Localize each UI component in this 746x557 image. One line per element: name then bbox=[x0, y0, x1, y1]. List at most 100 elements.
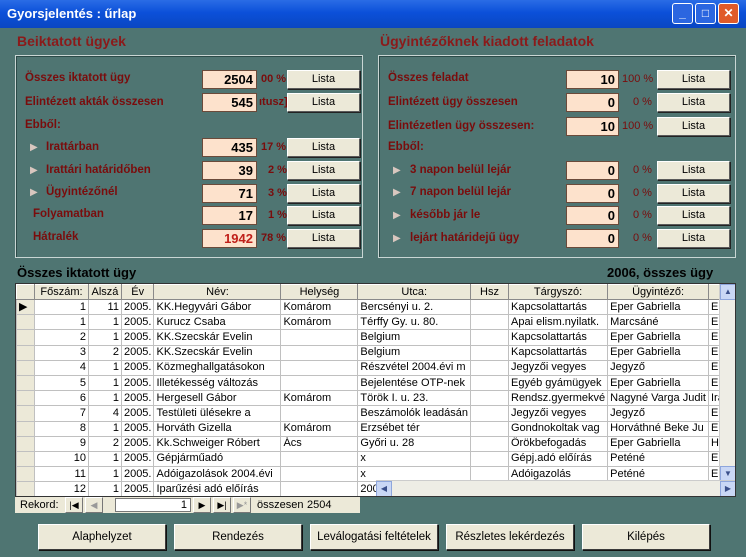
column-header[interactable]: Helység bbox=[280, 284, 359, 300]
table-row[interactable]: 1 1 2005. Kurucz Csaba Komárom Térffy Gy. u. … bbox=[16, 314, 735, 331]
table-cell[interactable]: Marcsáné bbox=[607, 314, 709, 331]
table-cell[interactable]: Illetékesség változás bbox=[153, 374, 282, 392]
new-record-icon[interactable]: ▶* bbox=[233, 497, 251, 513]
table-cell[interactable] bbox=[280, 450, 359, 468]
table-cell[interactable]: 8 bbox=[33, 420, 89, 437]
lista-button-7-napon[interactable]: Lista bbox=[657, 184, 730, 203]
table-cell[interactable]: Győri u. 28 bbox=[357, 435, 472, 452]
table-cell[interactable]: 10 bbox=[33, 450, 89, 468]
table-cell[interactable]: Kapcsolattartás bbox=[507, 344, 609, 361]
table-cell[interactable] bbox=[280, 374, 359, 392]
table-cell[interactable]: 2005. bbox=[120, 466, 155, 483]
table-cell[interactable]: KK.Szecskár Evelin bbox=[153, 329, 282, 346]
table-cell[interactable]: 11 bbox=[87, 298, 122, 316]
table-cell[interactable]: 1 bbox=[87, 329, 122, 346]
table-cell[interactable]: Gépjárműadó bbox=[153, 450, 282, 468]
row-selector[interactable] bbox=[16, 314, 35, 331]
table-cell[interactable]: Komárom bbox=[280, 390, 359, 407]
table-cell[interactable]: 1 bbox=[87, 450, 122, 468]
row-selector[interactable] bbox=[16, 450, 35, 468]
table-cell[interactable]: Kk.Schweiger Róbert bbox=[153, 435, 282, 452]
table-row[interactable]: 10 1 2005. Gépjárműadó x Gépj.adó előírás Peté… bbox=[16, 450, 735, 468]
row-selector[interactable] bbox=[16, 466, 35, 483]
table-cell[interactable]: x bbox=[357, 450, 472, 468]
table-cell[interactable]: Rendsz.gyermekvé bbox=[507, 390, 609, 407]
lista-button-elintezett-ugy[interactable]: Lista bbox=[657, 93, 730, 112]
table-cell[interactable]: 12 bbox=[33, 481, 89, 496]
table-cell[interactable]: 1 bbox=[87, 374, 122, 392]
table-cell[interactable]: 2005. bbox=[120, 298, 155, 316]
table-cell[interactable]: 3 bbox=[33, 344, 89, 361]
rendezes-button[interactable]: Rendezés bbox=[174, 524, 302, 550]
table-cell[interactable]: Ács bbox=[280, 435, 359, 452]
lista-button-folyamatban[interactable]: Lista bbox=[287, 206, 360, 225]
row-selector[interactable] bbox=[16, 481, 35, 496]
table-cell[interactable] bbox=[280, 481, 359, 496]
table-cell[interactable] bbox=[470, 374, 509, 392]
table-cell[interactable] bbox=[470, 359, 509, 376]
table-cell[interactable]: Kurucz Csaba bbox=[153, 314, 282, 331]
table-cell[interactable] bbox=[280, 329, 359, 346]
table-cell[interactable]: Egyéb gyámügyek bbox=[507, 374, 609, 392]
table-cell[interactable]: 1 bbox=[87, 314, 122, 331]
column-header[interactable]: Név: bbox=[153, 284, 282, 300]
table-cell[interactable]: KK.Szecskár Evelin bbox=[153, 344, 282, 361]
next-record-icon[interactable]: ▶ bbox=[193, 497, 211, 513]
table-cell[interactable]: 2005. bbox=[120, 450, 155, 468]
table-cell[interactable]: Horváthné Beke Ju bbox=[607, 420, 709, 437]
lista-button-irattarban[interactable]: Lista bbox=[287, 138, 360, 157]
table-cell[interactable]: Részvétel 2004.évi m bbox=[357, 359, 472, 376]
table-cell[interactable] bbox=[470, 405, 509, 422]
table-cell[interactable]: 4 bbox=[33, 359, 89, 376]
table-cell[interactable]: Közmeghallgatásokon bbox=[153, 359, 282, 376]
table-cell[interactable]: Örökbefogadás bbox=[507, 435, 609, 452]
lista-button-elintezetlen-ugy[interactable]: Lista bbox=[657, 117, 730, 136]
table-cell[interactable] bbox=[280, 405, 359, 422]
table-cell[interactable]: Jegyzői vegyes bbox=[507, 359, 609, 376]
table-cell[interactable]: 1 bbox=[87, 420, 122, 437]
record-number-input[interactable]: 1 bbox=[115, 498, 191, 512]
table-cell[interactable]: Beszámolók leadásán bbox=[357, 405, 472, 422]
maximize-button[interactable]: □ bbox=[695, 3, 716, 24]
table-row[interactable]: 5 1 2005. Illetékesség változás Bejelentése … bbox=[16, 374, 735, 392]
table-cell[interactable]: 2005. bbox=[120, 314, 155, 331]
table-cell[interactable]: KK.Hegyvári Gábor bbox=[153, 298, 282, 316]
row-selector[interactable] bbox=[16, 405, 35, 422]
table-cell[interactable]: Kapcsolattartás bbox=[507, 329, 609, 346]
table-cell[interactable]: Hergesell Gábor bbox=[153, 390, 282, 407]
table-cell[interactable]: Jegyző bbox=[607, 405, 709, 422]
row-selector[interactable] bbox=[16, 329, 35, 346]
table-cell[interactable] bbox=[470, 298, 509, 316]
table-cell[interactable]: Komárom bbox=[280, 420, 359, 437]
table-cell[interactable]: Bejelentése OTP-nek bbox=[357, 374, 472, 392]
column-header[interactable]: Utca: bbox=[357, 284, 472, 300]
table-cell[interactable]: 11 bbox=[33, 466, 89, 483]
table-cell[interactable]: Eper Gabriella bbox=[607, 374, 709, 392]
lista-button-lejart[interactable]: Lista bbox=[657, 229, 730, 248]
table-cell[interactable]: 6 bbox=[33, 390, 89, 407]
table-cell[interactable]: Komárom bbox=[280, 314, 359, 331]
lista-button-3-napon[interactable]: Lista bbox=[657, 161, 730, 180]
table-cell[interactable]: Nagyné Varga Judit bbox=[607, 390, 709, 407]
close-button[interactable]: ✕ bbox=[718, 3, 739, 24]
table-cell[interactable]: 1 bbox=[33, 314, 89, 331]
table-cell[interactable]: 1 bbox=[33, 298, 89, 316]
table-cell[interactable]: Eper Gabriella bbox=[607, 435, 709, 452]
table-cell[interactable]: 2005. bbox=[120, 390, 155, 407]
table-cell[interactable]: Horváth Gizella bbox=[153, 420, 282, 437]
kilepes-button[interactable]: Kilépés bbox=[582, 524, 710, 550]
row-selector[interactable]: ▶ bbox=[16, 298, 35, 316]
alaphelyzet-button[interactable]: Alaphelyzet bbox=[38, 524, 166, 550]
row-selector[interactable] bbox=[16, 344, 35, 361]
vertical-scrollbar[interactable]: ▲ ▼ bbox=[719, 284, 735, 482]
table-row[interactable]: 9 2 2005. Kk.Schweiger Róbert Ács Győri u. 28… bbox=[16, 435, 735, 452]
table-cell[interactable]: Gépj.adó előírás bbox=[507, 450, 609, 468]
table-cell[interactable]: Eper Gabriella bbox=[607, 344, 709, 361]
horizontal-scrollbar[interactable]: ◀ ▶ bbox=[376, 480, 735, 496]
table-cell[interactable]: Bercsényi u. 2. bbox=[357, 298, 472, 316]
table-cell[interactable] bbox=[470, 314, 509, 331]
table-cell[interactable]: 5 bbox=[33, 374, 89, 392]
table-row[interactable]: 4 1 2005. Közmeghallgatásokon Részvétel 2004… bbox=[16, 359, 735, 376]
table-row[interactable]: 8 1 2005. Horváth Gizella Komárom Erzsébet té… bbox=[16, 420, 735, 437]
lista-button-hatralek[interactable]: Lista bbox=[287, 229, 360, 248]
